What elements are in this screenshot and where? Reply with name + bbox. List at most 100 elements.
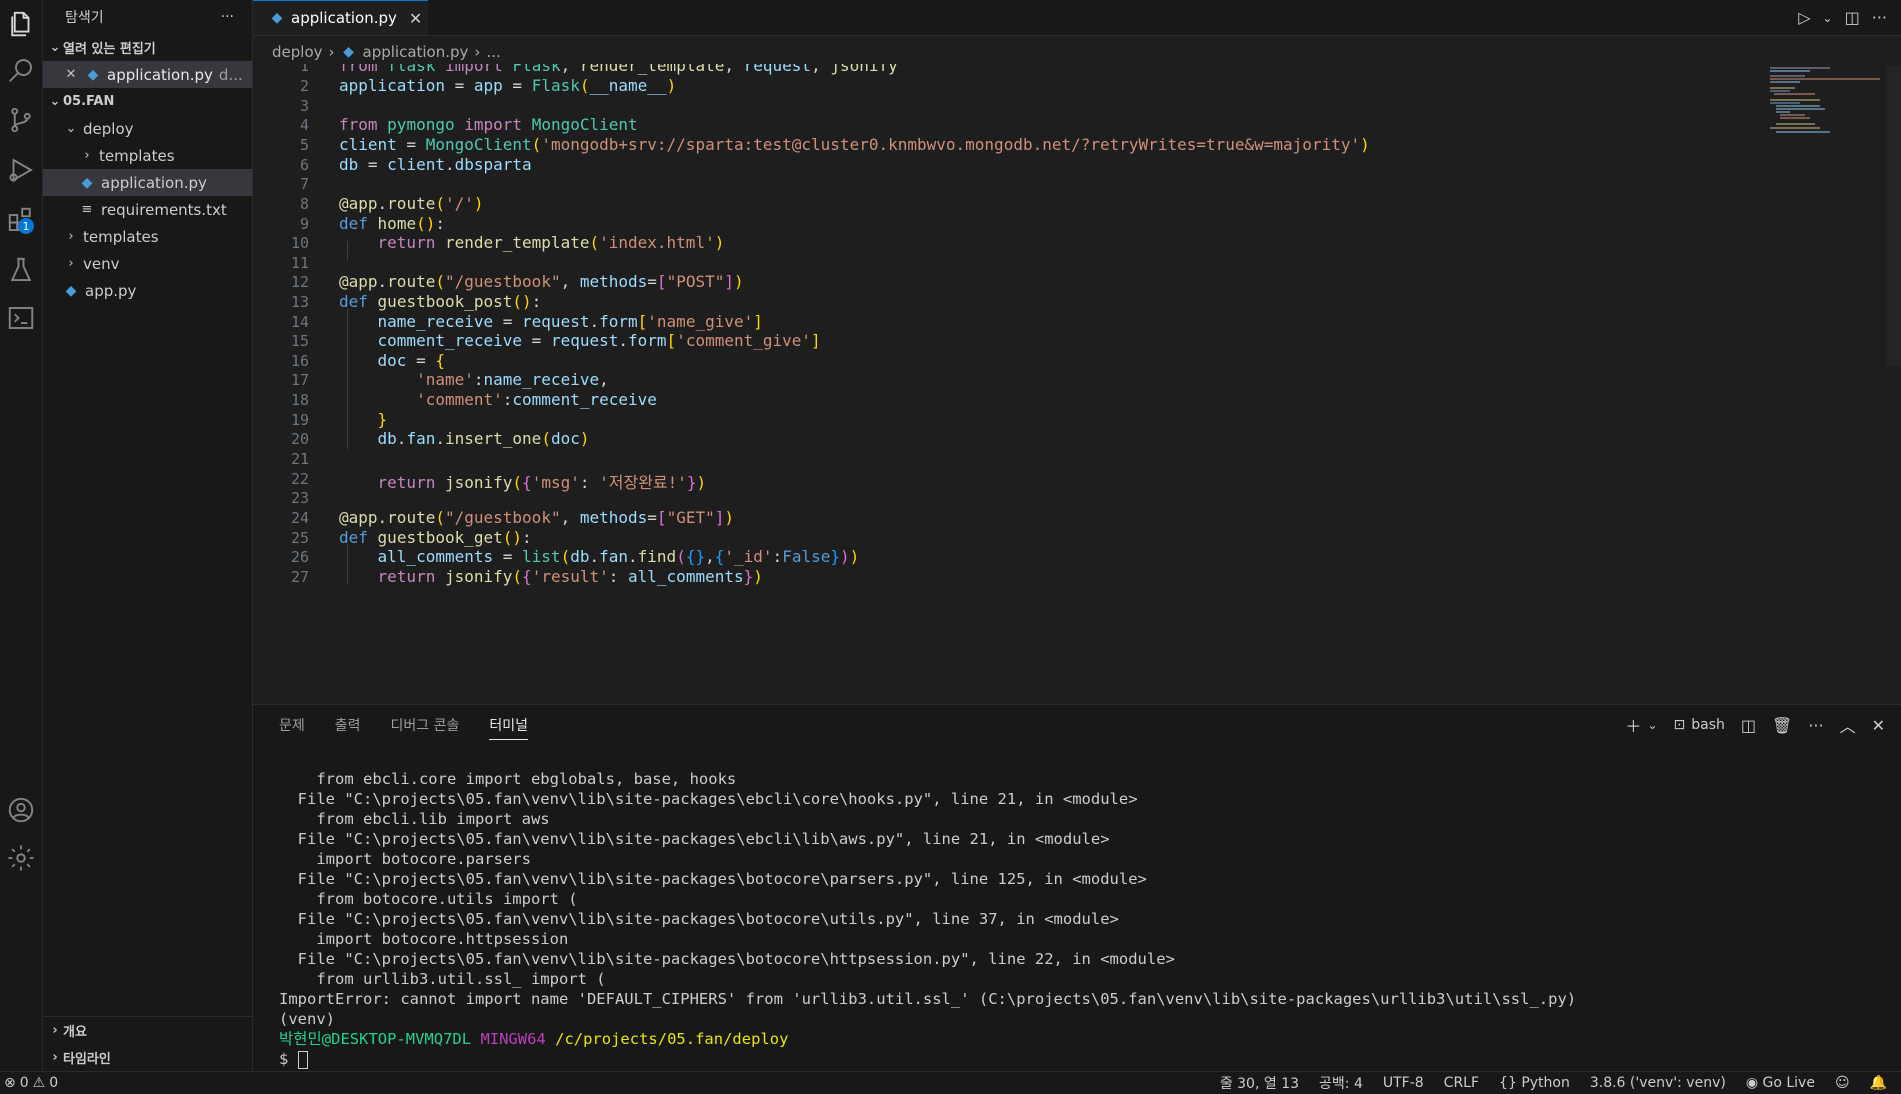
outline-section[interactable]: › 개요 [43,1017,252,1044]
code-line: @app.route("/guestbook", methods=["GET"]… [339,508,735,527]
terminal-input-line[interactable]: $ [279,1049,1576,1069]
cursor-position[interactable]: 줄 30, 열 13 [1220,1073,1299,1093]
code-line: @app.route("/guestbook", methods=["POST"… [339,272,744,291]
terminal-shell-selector[interactable]: ⊡ bash [1674,717,1725,733]
maximize-panel-icon[interactable]: ︿ [1840,713,1856,737]
tree-item[interactable]: › venv [43,250,252,277]
chevron-right-icon: › [52,1023,58,1038]
open-editor-folder: d... [218,65,243,84]
line-number: 27 [290,568,309,586]
line-number: 10 [290,234,309,252]
code-line: @app.route('/') [339,194,484,213]
minimap[interactable] [1770,66,1888,136]
account-icon[interactable] [0,786,42,834]
code-line: def home(): [339,214,445,233]
code-editor[interactable]: 1 2 3 4 5 6 7 8 9 10 11 12 13 14 15 16 17 18 19 20 21 22 23 24 2… [253,64,1901,704]
sidebar-bottom-sections: › 개요 › 타임라인 [43,1016,252,1071]
go-live-button[interactable]: ◉ Go Live [1746,1075,1815,1091]
run-debug-icon[interactable] [0,146,42,194]
panel-tab[interactable]: 문제 [279,715,305,740]
terminal-line: File "C:\projects\05.fan\venv\lib\site-p… [279,910,1119,928]
language-mode[interactable]: {} Python [1499,1075,1570,1091]
activity-bar: 1 [0,0,43,1071]
python-file-icon: ◆ [271,10,283,26]
line-number: 8 [299,195,309,213]
warning-count: 0 [49,1075,59,1091]
terminal-line: import botocore.parsers [279,850,531,868]
new-terminal-plus-icon[interactable]: ＋ [1625,713,1641,737]
terminal-icon[interactable] [0,294,42,342]
panel-actions: ＋ ⌄ ⊡ bash ◫ 🗑 ··· ︿ ✕ [1625,713,1885,737]
python-file-icon: ◆ [87,66,99,83]
more-actions-icon[interactable]: ··· [1808,716,1823,735]
split-terminal-icon[interactable]: ◫ [1741,716,1756,735]
line-number: 12 [290,273,309,291]
indentation[interactable]: 공백: 4 [1319,1073,1363,1093]
source-control-icon[interactable] [0,96,42,144]
chevron-down-icon[interactable]: ⌄ [1823,11,1833,25]
line-number: 9 [299,215,309,233]
code-line: 'comment':comment_receive [416,390,657,409]
tree-item[interactable]: › templates [43,142,252,169]
tree-item[interactable]: ◆ application.py [43,169,252,196]
extensions-icon[interactable]: 1 [0,196,42,244]
close-icon[interactable]: ✕ [63,67,79,82]
explorer-header: 탐색기 ··· [43,0,252,34]
run-python-icon[interactable]: ▷ [1798,8,1810,27]
python-interpreter[interactable]: 3.8.6 ('venv': venv) [1590,1075,1726,1091]
timeline-section[interactable]: › 타임라인 [43,1044,252,1071]
problems-status[interactable]: ⊗ 0 ⚠ 0 [4,1072,58,1094]
notifications-bell-icon[interactable]: 🔔 [1870,1075,1887,1091]
tab-close-icon[interactable]: ✕ [409,9,422,28]
workspace-root[interactable]: ⌄ 05.FAN [43,88,252,115]
tab-label: application.py [291,9,397,27]
breadcrumb-symbol[interactable]: ... [486,43,500,61]
tree-item[interactable]: ⌄ deploy [43,115,252,142]
panel-tab[interactable]: 디버그 콘솔 [391,715,460,740]
feedback-icon[interactable]: ☺ [1835,1075,1850,1091]
tree-item[interactable]: › templates [43,223,252,250]
code-line: from flask import Flask, render_template… [339,64,898,75]
tab-application-py[interactable]: ◆ application.py ✕ [253,0,428,35]
panel-tabs: 문제 출력 디버그 콘솔 터미널 [279,715,529,740]
extensions-badge: 1 [18,218,34,234]
breadcrumb-folder[interactable]: deploy [272,43,323,61]
tree-item-label: app.py [85,281,137,300]
chevron-down-icon[interactable]: ⌄ [1647,718,1657,732]
open-editors-section[interactable]: ⌄ 열려 있는 편집기 [43,34,252,61]
chevron-right-icon: › [52,1050,58,1065]
tree-item-label: templates [99,146,175,165]
line-number: 24 [290,509,309,527]
tree-item[interactable]: ≡ requirements.txt [43,196,252,223]
encoding[interactable]: UTF-8 [1383,1075,1424,1091]
explorer-icon[interactable] [0,0,42,48]
tree-item-label: venv [83,254,120,273]
explorer-more-icon[interactable]: ··· [221,9,234,25]
tree-item-label: templates [83,227,159,246]
code-line: 'name':name_receive, [416,370,609,389]
panel-tab[interactable]: 출력 [335,715,361,740]
breadcrumb-file[interactable]: application.py [363,43,469,61]
search-icon[interactable] [0,46,42,94]
terminal-line: (venv) [279,1010,335,1028]
split-editor-icon[interactable]: ◫ [1845,8,1860,27]
testing-icon[interactable] [0,246,42,294]
code-line: return jsonify({'msg': '저장완료!'}) [377,473,707,492]
close-panel-icon[interactable]: ✕ [1872,716,1885,735]
settings-gear-icon[interactable] [0,834,42,882]
trash-icon[interactable]: 🗑 [1772,716,1792,735]
open-editor-item[interactable]: ✕ ◆ application.py d... [43,61,252,88]
line-number: 4 [299,116,309,134]
line-number: 21 [290,450,309,468]
panel-tab[interactable]: 터미널 [489,715,529,740]
chevron-right-icon: › [68,229,74,244]
tree-item[interactable]: ◆ app.py [43,277,252,304]
code-line: application = app = Flask(__name__) [339,76,677,95]
more-actions-icon[interactable]: ··· [1872,8,1887,27]
editor-scrollbar[interactable] [1887,66,1901,366]
terminal-output[interactable]: from ebcli.core import ebglobals, base, … [279,769,1576,1069]
text-file-icon: ≡ [81,202,93,217]
end-of-line[interactable]: CRLF [1444,1075,1479,1091]
timeline-label: 타임라인 [63,1052,111,1067]
bottom-panel: 문제 출력 디버그 콘솔 터미널 ＋ ⌄ ⊡ bash ◫ 🗑 ··· ︿ ✕ fro… [253,704,1901,1072]
